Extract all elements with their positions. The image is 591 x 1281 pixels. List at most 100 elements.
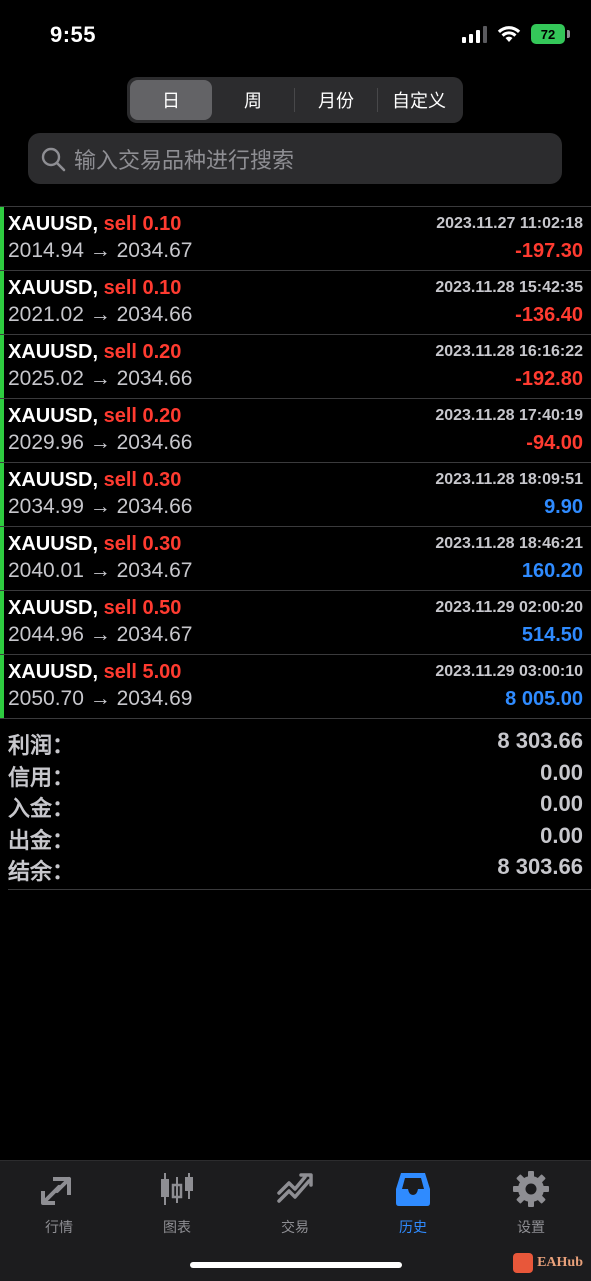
period-tab-label: 自定义 — [392, 91, 446, 111]
deal-side-volume: sell 5.00 — [103, 661, 182, 683]
summary-value: 0.00 — [540, 759, 583, 785]
deal-profit: -197.30 — [515, 240, 583, 262]
tab-chart[interactable]: 图表 — [118, 1169, 236, 1239]
summary-row: 入金： 0.00 — [0, 791, 591, 823]
summary-label: 信用： — [8, 764, 75, 790]
deal-side-volume: sell 0.10 — [103, 277, 182, 299]
deal-time: 2023.11.28 16:16:22 — [435, 343, 583, 360]
deal-time: 2023.11.28 15:42:35 — [435, 279, 583, 296]
candlestick-chart-icon — [157, 1169, 197, 1209]
deal-row[interactable]: XAUUSD, sell 0.30 2040.01 → 2034.67 2023.1… — [0, 527, 591, 591]
battery-indicator: 72 — [531, 24, 570, 44]
tab-quotes[interactable]: 行情 — [0, 1169, 118, 1239]
watermark-logo-icon — [513, 1253, 534, 1273]
deal-symbol: XAUUSD, sell 0.30 — [8, 469, 181, 492]
deal-side-volume: sell 0.10 — [103, 213, 182, 235]
deal-status-marker — [0, 399, 4, 462]
deal-status-marker — [0, 335, 4, 398]
search-input[interactable]: 输入交易品种进行搜索 — [28, 133, 562, 184]
deal-row[interactable]: XAUUSD, sell 0.20 2029.96 → 2034.66 2023.1… — [0, 399, 591, 463]
summary-label: 结余： — [8, 859, 75, 884]
deal-time: 2023.11.29 02:00:20 — [435, 599, 583, 616]
deal-prices: 2040.01 → 2034.67 — [8, 559, 193, 582]
deal-symbol: XAUUSD, sell 0.20 — [8, 405, 181, 428]
tab-trade[interactable]: 交易 — [236, 1169, 354, 1239]
search-icon — [41, 147, 66, 171]
deal-symbol: XAUUSD, sell 0.30 — [8, 533, 181, 556]
deals-list: XAUUSD, sell 0.10 2014.94 → 2034.67 2023.1… — [0, 206, 591, 719]
watermark-text: EAHub — [537, 1255, 583, 1270]
deal-symbol-text: XAUUSD, — [8, 341, 99, 363]
status-icons: 72 — [462, 24, 570, 44]
cellular-signal-icon — [462, 25, 487, 43]
deal-side-volume: sell 0.30 — [103, 533, 182, 555]
deal-profit: -136.40 — [515, 304, 583, 326]
deal-symbol: XAUUSD, sell 0.10 — [8, 277, 181, 300]
deal-prices: 2034.99 → 2034.66 — [8, 495, 193, 518]
summary-value: 0.00 — [540, 791, 583, 816]
period-tab-custom[interactable]: 自定义 — [378, 80, 460, 120]
deal-symbol: XAUUSD, sell 5.00 — [8, 661, 181, 684]
deal-status-marker — [0, 527, 4, 590]
history-inbox-icon — [393, 1169, 433, 1209]
period-tab-day[interactable]: 日 — [130, 80, 212, 120]
gear-icon — [511, 1169, 551, 1209]
deal-symbol-text: XAUUSD, — [8, 213, 99, 235]
deal-row[interactable]: XAUUSD, sell 0.50 2044.96 → 2034.67 2023.1… — [0, 591, 591, 655]
deal-symbol-text: XAUUSD, — [8, 661, 99, 683]
deal-symbol-text: XAUUSD, — [8, 469, 99, 491]
summary-label: 入金： — [8, 796, 75, 821]
deal-row[interactable]: XAUUSD, sell 0.20 2025.02 → 2034.66 2023.1… — [0, 335, 591, 399]
summary-row: 结余： 8 303.66 — [0, 854, 591, 886]
period-segmented-control: 日 周 月份 自定义 — [127, 77, 463, 123]
deal-profit: 9.90 — [544, 496, 583, 518]
deal-status-marker — [0, 463, 4, 526]
deal-status-marker — [0, 655, 4, 718]
deal-row[interactable]: XAUUSD, sell 0.10 2014.94 → 2034.67 2023.1… — [0, 207, 591, 271]
period-tab-label: 周 — [244, 91, 262, 111]
deal-prices: 2050.70 → 2034.69 — [8, 687, 193, 710]
wifi-icon — [497, 26, 521, 42]
deal-row[interactable]: XAUUSD, sell 0.10 2021.02 → 2034.66 2023.1… — [0, 271, 591, 335]
period-tab-label: 日 — [162, 91, 180, 111]
deal-symbol-text: XAUUSD, — [8, 597, 99, 619]
deal-side-volume: sell 0.50 — [103, 597, 182, 619]
deal-profit: -94.00 — [526, 432, 583, 454]
tab-label: 交易 — [281, 1219, 309, 1235]
summary-row: 出金： 0.00 — [0, 823, 591, 855]
tab-label: 设置 — [517, 1219, 545, 1235]
deal-time: 2023.11.28 17:40:19 — [435, 407, 583, 424]
deal-prices: 2044.96 → 2034.67 — [8, 623, 193, 646]
deal-symbol-text: XAUUSD, — [8, 533, 99, 555]
deal-profit: 514.50 — [521, 624, 583, 646]
deal-symbol-text: XAUUSD, — [8, 277, 99, 299]
tab-history[interactable]: 历史 — [354, 1169, 472, 1239]
deal-prices: 2014.94 → 2034.67 — [8, 239, 193, 262]
deal-row[interactable]: XAUUSD, sell 0.30 2034.99 → 2034.66 2023.1… — [0, 463, 591, 527]
deal-side-volume: sell 0.20 — [103, 341, 182, 363]
tab-label: 行情 — [45, 1219, 73, 1235]
deal-prices: 2021.02 → 2034.66 — [8, 303, 193, 326]
deal-status-marker — [0, 591, 4, 654]
battery-level: 72 — [540, 26, 556, 42]
deal-profit: 160.20 — [521, 560, 583, 582]
summary-divider — [8, 889, 591, 890]
status-time: 9:55 — [50, 22, 97, 47]
summary-label: 利润： — [8, 733, 75, 758]
deal-time: 2023.11.28 18:09:51 — [435, 471, 583, 488]
watermark: EAHub — [513, 1253, 583, 1273]
period-tab-week[interactable]: 周 — [212, 80, 294, 120]
tab-settings[interactable]: 设置 — [472, 1169, 590, 1239]
deal-profit: -192.80 — [515, 368, 583, 390]
deal-profit: 8 005.00 — [505, 688, 583, 710]
deal-row[interactable]: XAUUSD, sell 5.00 2050.70 → 2034.69 2023.1… — [0, 655, 591, 719]
home-indicator[interactable] — [190, 1262, 402, 1268]
deal-status-marker — [0, 271, 4, 334]
deal-prices: 2029.96 → 2034.66 — [8, 431, 193, 454]
period-tab-month[interactable]: 月份 — [295, 80, 377, 120]
deal-symbol: XAUUSD, sell 0.20 — [8, 341, 181, 364]
summary-value: 0.00 — [540, 822, 583, 848]
deal-symbol: XAUUSD, sell 0.50 — [8, 597, 181, 620]
tab-label: 历史 — [399, 1219, 427, 1235]
deal-side-volume: sell 0.20 — [103, 405, 182, 427]
